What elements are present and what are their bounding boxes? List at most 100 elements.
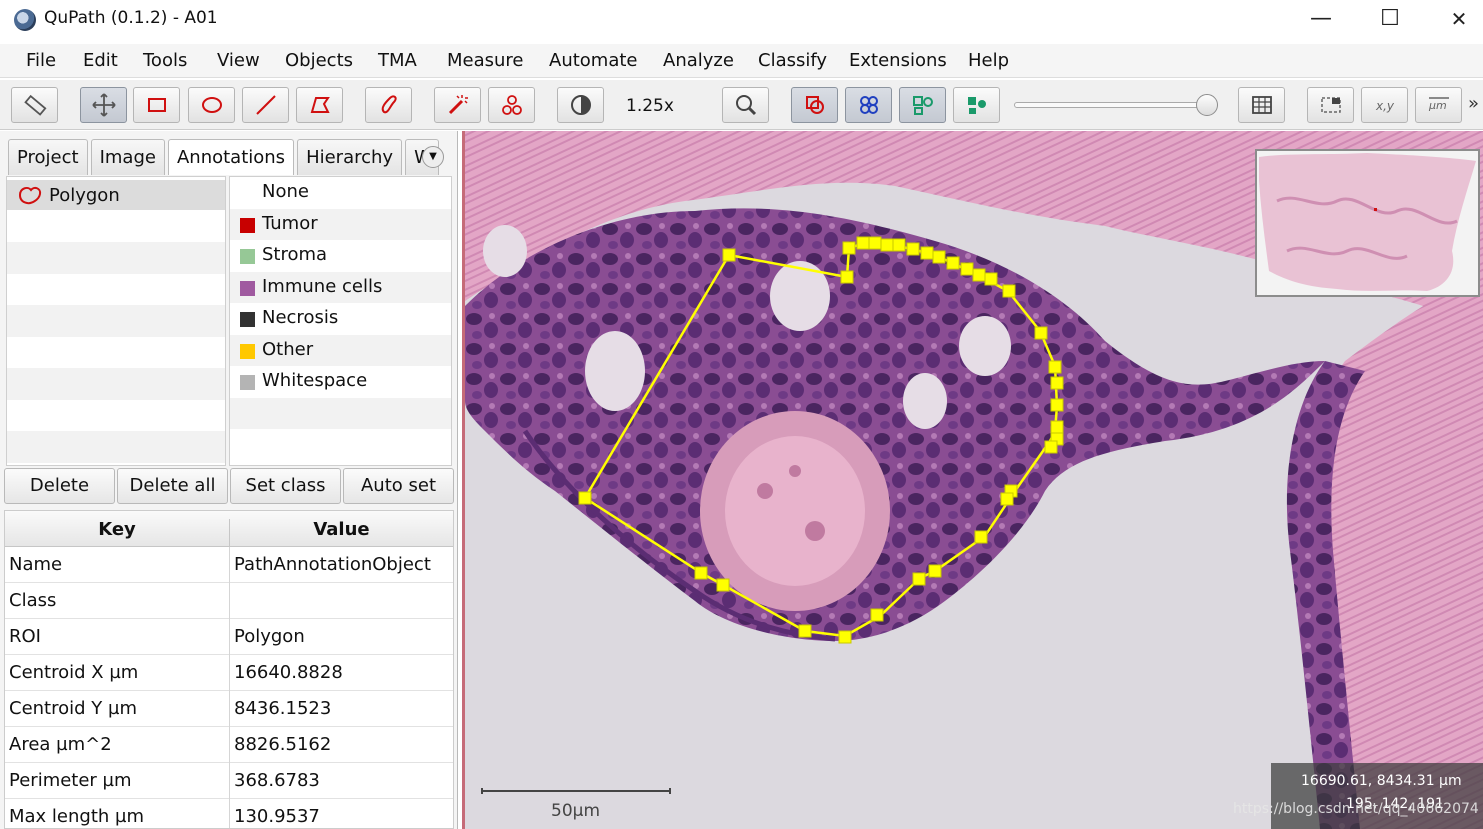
row-key: ROI xyxy=(9,626,41,647)
table-row[interactable]: Class xyxy=(5,583,453,619)
ellipse-tool-button[interactable] xyxy=(188,87,235,123)
show-location-button[interactable]: x,y xyxy=(1361,87,1408,123)
row-key: Class xyxy=(9,590,57,611)
tab-hierarchy[interactable]: Hierarchy xyxy=(297,139,403,175)
row-value: 130.9537 xyxy=(234,806,320,827)
svg-text:µm: µm xyxy=(1428,99,1447,112)
menu-help[interactable]: Help xyxy=(968,50,1009,71)
cursor-coordinates: 16690.61, 8434.31 µm xyxy=(1301,773,1462,789)
annotation-label: Polygon xyxy=(49,185,120,206)
tab-menu-chevron-down-icon[interactable]: ▼ xyxy=(422,146,444,168)
class-color-swatch xyxy=(240,343,255,359)
image-viewer[interactable]: 50µm 16690.61, 8434.31 µm 195, 142, 191 … xyxy=(462,131,1483,829)
row-key: Centroid Y µm xyxy=(9,698,137,719)
table-row[interactable]: ROI Polygon xyxy=(5,619,453,655)
opacity-slider-track[interactable] xyxy=(1014,102,1218,108)
auto-set-button[interactable]: Auto set xyxy=(343,468,454,504)
measurement-table-icon xyxy=(1251,96,1272,114)
fill-detections-icon xyxy=(967,97,986,114)
line-tool-button[interactable] xyxy=(242,87,289,123)
points-tool-button[interactable] xyxy=(488,87,535,123)
menu-tma[interactable]: TMA xyxy=(378,50,417,71)
class-item-other[interactable]: Other xyxy=(230,334,451,366)
column-header-key[interactable]: Key xyxy=(5,519,229,540)
tab-annotations[interactable]: Annotations xyxy=(167,139,295,175)
wand-tool-button[interactable] xyxy=(434,87,481,123)
ruler-tool-button[interactable] xyxy=(11,87,58,123)
menu-classify[interactable]: Classify xyxy=(758,50,827,71)
table-row[interactable]: Max length µm 130.9537 xyxy=(5,799,453,828)
menu-extensions[interactable]: Extensions xyxy=(849,50,947,71)
zoom-to-fit-button[interactable] xyxy=(722,87,769,123)
scale-bar xyxy=(481,788,671,794)
class-label: Immune cells xyxy=(262,275,383,297)
show-overview-button[interactable] xyxy=(1307,87,1354,123)
menu-objects[interactable]: Objects xyxy=(285,50,353,71)
cursor-location-icon: x,y xyxy=(1375,99,1395,113)
menu-analyze[interactable]: Analyze xyxy=(663,50,734,71)
menu-measure[interactable]: Measure xyxy=(447,50,524,71)
show-annotations-button[interactable] xyxy=(791,87,838,123)
class-label: Other xyxy=(262,338,314,360)
annotation-list[interactable]: Polygon xyxy=(6,176,226,466)
polygon-icon xyxy=(310,97,330,113)
window-title: QuPath (0.1.2) - A01 xyxy=(44,8,218,28)
cursor-location-readout: 16690.61, 8434.31 µm 195, 142, 191 xyxy=(1271,763,1483,829)
row-value: 8436.1523 xyxy=(234,698,332,719)
show-scalebar-button[interactable]: µm xyxy=(1415,87,1462,123)
brush-icon xyxy=(381,95,397,114)
class-item-necrosis[interactable]: Necrosis xyxy=(230,303,451,335)
show-tma-grid-icon xyxy=(859,96,878,114)
table-row[interactable]: Centroid Y µm 8436.1523 xyxy=(5,691,453,727)
move-tool-button[interactable] xyxy=(80,87,127,123)
polygon-tool-button[interactable] xyxy=(296,87,343,123)
brush-tool-button[interactable] xyxy=(365,87,412,123)
table-row[interactable]: Area µm^2 8826.5162 xyxy=(5,727,453,763)
show-detections-icon xyxy=(912,96,933,115)
class-label: Tumor xyxy=(262,212,318,234)
line-icon xyxy=(255,95,276,115)
menu-file[interactable]: File xyxy=(26,50,56,71)
set-class-button[interactable]: Set class xyxy=(230,468,341,504)
show-tma-grid-button[interactable] xyxy=(845,87,892,123)
overview-icon xyxy=(1320,97,1341,113)
toolbar-overflow-icon[interactable]: » xyxy=(1468,93,1479,114)
toolbar: 1.25x x,y µm » xyxy=(0,80,1483,130)
move-icon xyxy=(91,93,116,117)
class-color-swatch xyxy=(240,280,255,296)
class-color-swatch xyxy=(240,217,255,233)
show-detections-button[interactable] xyxy=(899,87,946,123)
rectangle-tool-button[interactable] xyxy=(133,87,180,123)
watermark: https://blog.csdn.net/qq_40662074 xyxy=(1233,801,1479,817)
delete-all-button[interactable]: Delete all xyxy=(117,468,228,504)
minimize-button[interactable]: — xyxy=(1298,4,1344,36)
class-item-whitespace[interactable]: Whitespace xyxy=(230,366,451,398)
row-key: Centroid X µm xyxy=(9,662,139,683)
tab-image[interactable]: Image xyxy=(90,139,165,175)
measurement-table[interactable]: Key Value Name PathAnnotationObject Class… xyxy=(4,510,454,829)
fill-detections-button[interactable] xyxy=(953,87,1000,123)
menu-view[interactable]: View xyxy=(217,50,260,71)
close-button[interactable]: ✕ xyxy=(1436,4,1482,36)
class-list[interactable]: None Tumor Stroma Immune cells Necrosis … xyxy=(229,176,452,466)
class-item-tumor[interactable]: Tumor xyxy=(230,208,451,240)
maximize-button[interactable]: ☐ xyxy=(1367,4,1413,36)
opacity-slider-knob[interactable] xyxy=(1196,94,1218,116)
table-row[interactable]: Name PathAnnotationObject xyxy=(5,547,453,583)
overview-thumbnail[interactable] xyxy=(1255,149,1480,297)
menu-edit[interactable]: Edit xyxy=(83,50,118,71)
class-item-immune-cells[interactable]: Immune cells xyxy=(230,271,451,303)
measurement-table-button[interactable] xyxy=(1238,87,1285,123)
table-row[interactable]: Perimeter µm 368.6783 xyxy=(5,763,453,799)
menu-tools[interactable]: Tools xyxy=(143,50,187,71)
brightness-contrast-button[interactable] xyxy=(557,87,604,123)
menu-automate[interactable]: Automate xyxy=(549,50,638,71)
ellipse-icon xyxy=(201,97,222,113)
list-item[interactable]: Polygon xyxy=(7,180,225,210)
tab-project[interactable]: Project xyxy=(8,139,88,175)
delete-button[interactable]: Delete xyxy=(4,468,115,504)
table-row[interactable]: Centroid X µm 16640.8828 xyxy=(5,655,453,691)
class-color-swatch xyxy=(240,375,255,390)
class-item-stroma[interactable]: Stroma xyxy=(230,240,451,272)
class-item-none[interactable]: None xyxy=(230,177,451,209)
